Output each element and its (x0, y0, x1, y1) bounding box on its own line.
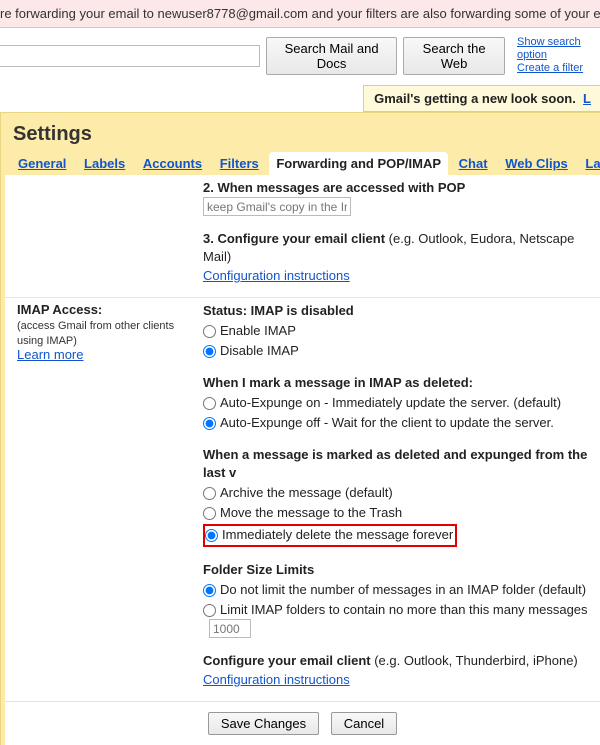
pop-action-select[interactable] (203, 197, 351, 216)
pop-section: 2. When messages are accessed with POP 3… (5, 175, 600, 298)
move-trash-radio[interactable] (203, 507, 216, 520)
pop-config-link[interactable]: Configuration instructions (203, 268, 350, 283)
tab-web-clips[interactable]: Web Clips (505, 156, 568, 171)
disable-imap-radio[interactable] (203, 345, 216, 358)
auto-expunge-off-radio[interactable] (203, 417, 216, 430)
tab-labs[interactable]: Labs (585, 156, 600, 171)
tab-filters[interactable]: Filters (220, 156, 259, 171)
tab-forwarding[interactable]: Forwarding and POP/IMAP (269, 152, 448, 175)
page-title: Settings (5, 113, 600, 152)
imap-status: Status: IMAP is disabled (203, 303, 354, 318)
imap-config-heading: Configure your email client (203, 653, 371, 668)
settings-tabs: General Labels Accounts Filters Forwardi… (5, 152, 600, 175)
limit-radio[interactable] (203, 604, 216, 617)
imap-title: IMAP Access: (17, 302, 102, 317)
search-bar: Search Mail and Docs Search the Web Show… (0, 28, 600, 85)
pop-step3-label: 3. Configure your email client (203, 231, 385, 246)
archive-radio[interactable] (203, 487, 216, 500)
imap-expunged-heading: When a message is marked as deleted and … (203, 447, 587, 480)
show-search-options-link[interactable]: Show search option (517, 36, 600, 62)
imap-learn-more-link[interactable]: Learn more (17, 347, 83, 362)
imap-deleted-heading: When I mark a message in IMAP as deleted… (203, 375, 473, 390)
auto-expunge-on-radio[interactable] (203, 397, 216, 410)
new-look-banner: Gmail's getting a new look soon. L (363, 85, 600, 112)
tab-labels[interactable]: Labels (84, 156, 125, 171)
tab-chat[interactable]: Chat (459, 156, 488, 171)
pop-step2-label: 2. When messages are accessed with POP (203, 180, 465, 195)
imap-desc: (access Gmail from other clients using I… (17, 320, 174, 347)
search-web-button[interactable]: Search the Web (403, 37, 505, 75)
tab-general[interactable]: General (18, 156, 66, 171)
enable-imap-radio[interactable] (203, 325, 216, 338)
button-row: Save Changes Cancel (5, 702, 600, 745)
limit-count-input[interactable] (209, 619, 251, 638)
save-button[interactable]: Save Changes (208, 712, 319, 735)
tab-accounts[interactable]: Accounts (143, 156, 202, 171)
delete-forever-radio[interactable] (205, 529, 218, 542)
search-mail-button[interactable]: Search Mail and Docs (266, 37, 397, 75)
cancel-button[interactable]: Cancel (331, 712, 397, 735)
no-limit-radio[interactable] (203, 584, 216, 597)
folder-limits-heading: Folder Size Limits (203, 562, 314, 577)
imap-config-link[interactable]: Configuration instructions (203, 672, 350, 687)
forwarding-notice: re forwarding your email to newuser8778@… (0, 0, 600, 28)
create-filter-link[interactable]: Create a filter (517, 62, 600, 75)
imap-section: IMAP Access: (access Gmail from other cl… (5, 298, 600, 702)
search-input[interactable] (0, 45, 260, 67)
new-look-link[interactable]: L (583, 91, 591, 106)
